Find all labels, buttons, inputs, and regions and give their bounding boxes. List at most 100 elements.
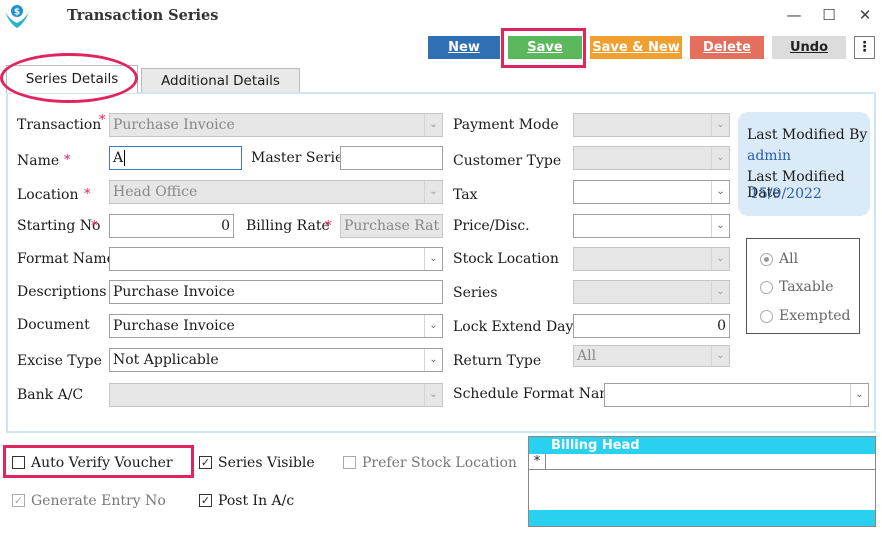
name-value: A xyxy=(113,150,124,166)
chevron-down-icon: ⌄ xyxy=(711,248,729,270)
descriptions-label: Descriptions xyxy=(17,284,107,300)
save-button[interactable]: Save xyxy=(508,36,582,59)
svg-text:$: $ xyxy=(14,8,20,18)
document-dropdown[interactable]: Purchase Invoice ⌄ xyxy=(109,314,443,338)
window-title: Transaction Series xyxy=(67,7,219,24)
stock-location-dropdown[interactable]: ⌄ xyxy=(573,247,730,271)
name-input[interactable]: A xyxy=(109,146,242,170)
chevron-down-icon: ⌄ xyxy=(850,384,868,406)
customer-type-label: Customer Type xyxy=(453,153,562,169)
radio-taxable-label: Taxable xyxy=(779,279,834,295)
auto-verify-voucher-label: Auto Verify Voucher xyxy=(31,455,173,471)
starting-no-label: Starting No xyxy=(17,218,101,234)
minimize-button[interactable]: — xyxy=(783,4,805,26)
return-type-label: Return Type xyxy=(453,353,542,369)
radio-exempted[interactable] xyxy=(760,310,773,323)
location-value: Head Office xyxy=(113,184,198,200)
transaction-label: Transaction xyxy=(17,117,102,133)
required-marker: * xyxy=(84,187,91,202)
schedule-format-name-dropdown[interactable]: ⌄ xyxy=(604,383,869,407)
series-dropdown[interactable]: ⌄ xyxy=(573,280,730,304)
excise-type-dropdown[interactable]: Not Applicable ⌄ xyxy=(109,348,443,372)
tab-additional-details[interactable]: Additional Details xyxy=(141,68,300,92)
new-row-marker: * xyxy=(529,454,546,470)
more-options-button[interactable]: ⋮ xyxy=(854,36,875,59)
new-button[interactable]: New xyxy=(428,36,500,59)
chevron-down-icon: ⌄ xyxy=(424,114,442,136)
tax-dropdown[interactable]: ⌄ xyxy=(573,180,730,204)
grid-new-row[interactable]: * xyxy=(529,454,875,470)
app-logo-icon: $ xyxy=(2,2,32,30)
tax-label: Tax xyxy=(453,187,478,203)
post-in-ac-label: Post In A/c xyxy=(218,493,295,509)
billing-head-title: Billing Head xyxy=(529,437,875,454)
billing-head-footer xyxy=(529,510,875,526)
document-label: Document xyxy=(17,317,90,333)
billing-rate-dropdown[interactable]: Purchase Rat xyxy=(340,214,443,238)
price-disc-dropdown[interactable]: ⌄ xyxy=(573,214,730,238)
customer-type-dropdown[interactable]: ⌄ xyxy=(573,146,730,170)
delete-button[interactable]: Delete xyxy=(690,36,764,59)
maximize-button[interactable]: ☐ xyxy=(818,4,840,26)
radio-all-label: All xyxy=(779,251,799,267)
prefer-stock-location-label: Prefer Stock Location xyxy=(362,455,517,471)
lock-extend-days-value: 0 xyxy=(717,318,726,334)
chevron-down-icon: ⌄ xyxy=(711,281,729,303)
save-and-new-button[interactable]: Save & New xyxy=(590,36,682,59)
generate-entry-no-label: Generate Entry No xyxy=(31,493,166,509)
chevron-down-icon: ⌄ xyxy=(711,114,729,136)
format-name-dropdown[interactable]: ⌄ xyxy=(109,247,443,271)
series-tab-highlight-ellipse xyxy=(0,53,138,103)
bank-ac-label: Bank A/C xyxy=(17,387,84,403)
post-in-ac-checkbox[interactable]: ✓ xyxy=(199,494,212,507)
prefer-stock-location-checkbox[interactable] xyxy=(343,456,356,469)
radio-all[interactable] xyxy=(760,253,773,266)
series-visible-label: Series Visible xyxy=(218,455,315,471)
chevron-down-icon: ⌄ xyxy=(424,349,442,371)
master-series-input[interactable] xyxy=(340,146,443,170)
billing-head-grid[interactable]: Billing Head * xyxy=(528,436,876,527)
chevron-down-icon: ⌄ xyxy=(424,248,442,270)
close-button[interactable]: ✕ xyxy=(854,4,876,26)
lock-extend-days-input[interactable]: 0 xyxy=(573,314,730,338)
schedule-format-name-label: Schedule Format Name xyxy=(453,386,621,402)
transaction-dropdown[interactable]: Purchase Invoice ⌄ xyxy=(109,113,443,137)
radio-taxable[interactable] xyxy=(760,281,773,294)
required-marker: * xyxy=(325,219,332,234)
chevron-down-icon: ⌄ xyxy=(424,315,442,337)
chevron-down-icon: ⌄ xyxy=(424,384,442,406)
excise-type-value: Not Applicable xyxy=(113,352,219,368)
series-label: Series xyxy=(453,285,498,301)
descriptions-value: Purchase Invoice xyxy=(113,284,235,300)
required-marker: * xyxy=(99,113,106,128)
radio-exempted-label: Exempted xyxy=(779,308,851,324)
billing-rate-value: Purchase Rat xyxy=(344,218,440,234)
chevron-down-icon: ⌄ xyxy=(711,215,729,237)
required-marker: * xyxy=(64,153,71,168)
last-modified-date-value: 15/9/2022 xyxy=(750,186,822,202)
required-marker: * xyxy=(91,219,98,234)
return-type-dropdown[interactable]: All ⌄ xyxy=(573,345,730,367)
master-series-label: Master Series xyxy=(251,150,351,166)
auto-verify-voucher-checkbox[interactable] xyxy=(12,456,25,469)
stock-location-label: Stock Location xyxy=(453,251,559,267)
excise-type-label: Excise Type xyxy=(17,353,102,369)
tax-type-group: All Taxable Exempted xyxy=(746,238,860,334)
price-disc-label: Price/Disc. xyxy=(453,218,530,234)
bank-ac-dropdown[interactable]: ⌄ xyxy=(109,383,443,407)
starting-no-input[interactable]: 0 xyxy=(109,214,234,238)
name-label: Name xyxy=(17,153,60,169)
descriptions-input[interactable]: Purchase Invoice xyxy=(109,280,443,304)
text-cursor xyxy=(124,150,126,166)
return-type-value: All xyxy=(577,348,597,364)
payment-mode-dropdown[interactable]: ⌄ xyxy=(573,113,730,137)
format-name-label: Format Name xyxy=(17,251,115,267)
series-visible-checkbox[interactable]: ✓ xyxy=(199,456,212,469)
location-dropdown[interactable]: Head Office ⌄ xyxy=(109,180,443,204)
generate-entry-no-checkbox[interactable]: ✓ xyxy=(12,494,25,507)
undo-button[interactable]: Undo xyxy=(772,36,846,59)
last-modified-by-value: admin xyxy=(747,148,792,164)
billing-rate-label: Billing Rate xyxy=(246,218,330,234)
document-value: Purchase Invoice xyxy=(113,318,235,334)
chevron-down-icon: ⌄ xyxy=(711,346,729,366)
